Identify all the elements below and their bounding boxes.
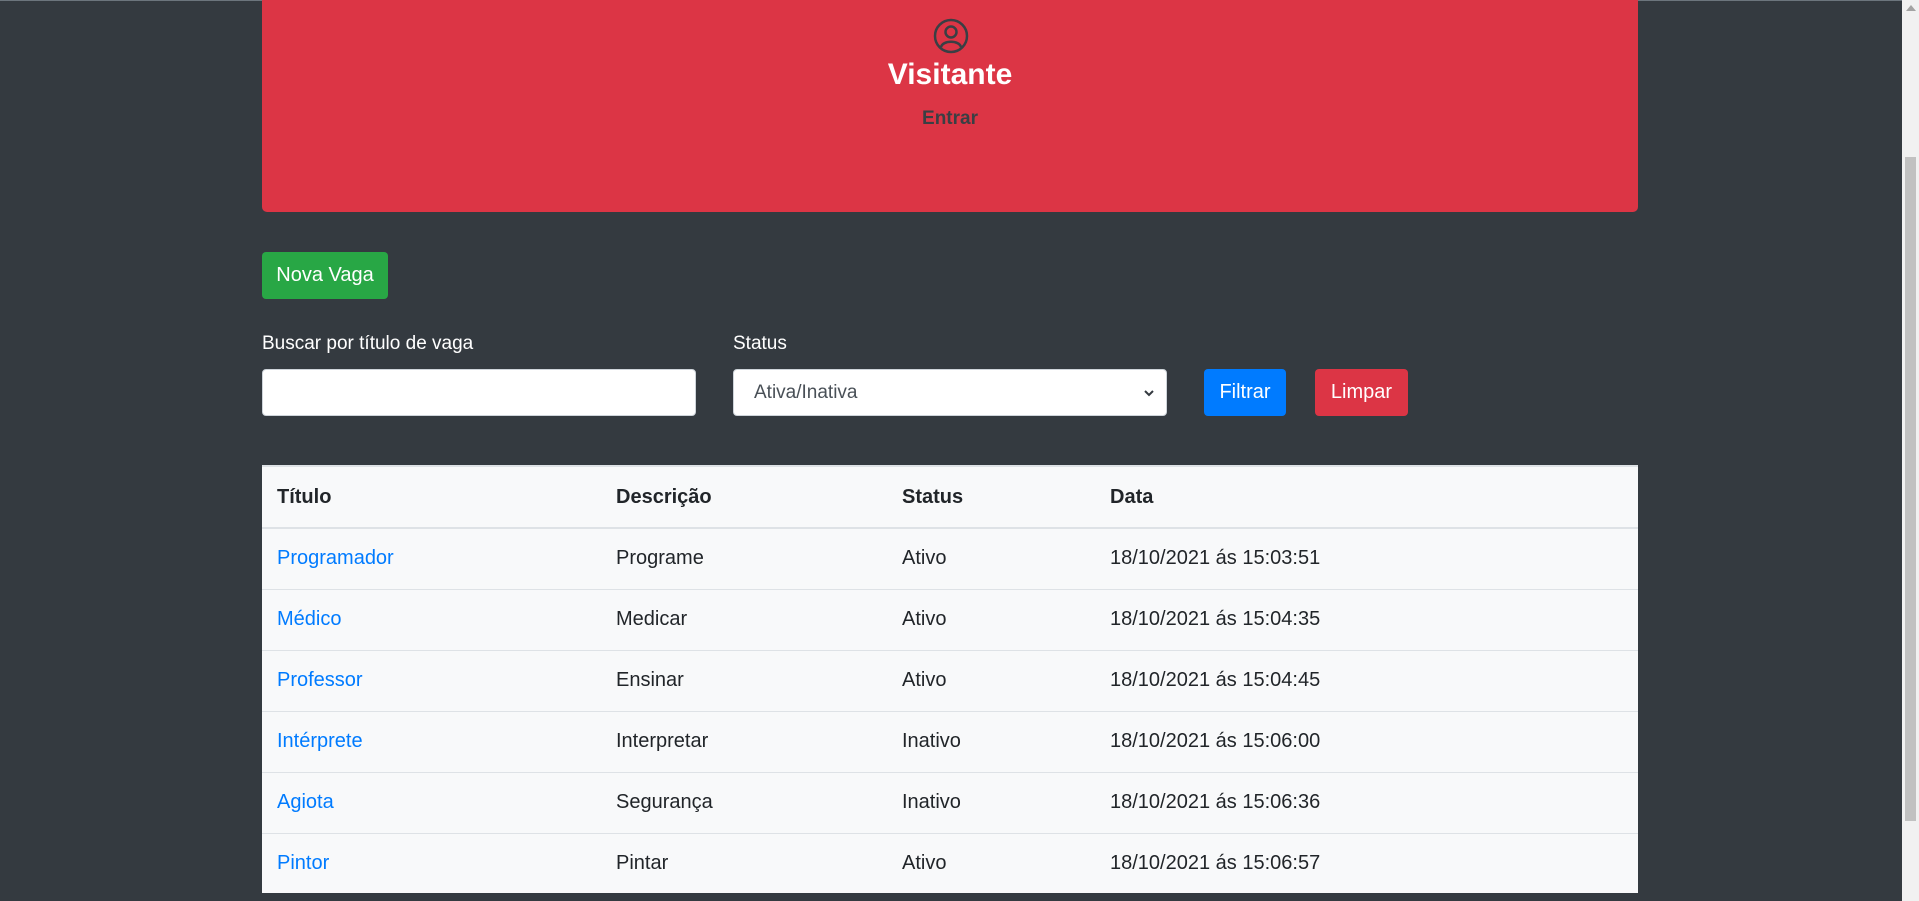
job-status: Ativo [887,588,1095,650]
page: Visitante Entrar Nova Vaga Buscar por tí… [0,0,1919,901]
filter-button[interactable]: Filtrar [1204,369,1286,416]
job-date: 18/10/2021 ás 15:06:57 [1095,832,1638,893]
table-header-row: Título Descrição Status Data [262,465,1638,529]
job-description: Interpretar [601,710,887,772]
job-description: Ensinar [601,649,887,711]
header-description: Descrição [601,465,887,529]
job-status: Ativo [902,547,947,570]
job-title-link[interactable]: Professor [277,669,363,691]
job-status: Inativo [887,710,1095,772]
job-description: Segurança [601,771,887,833]
job-date: 18/10/2021 ás 15:04:35 [1095,588,1638,650]
header-status: Status [887,465,1095,529]
job-title-link[interactable]: Médico [277,608,341,630]
job-date: 18/10/2021 ás 15:03:51 [1110,547,1321,570]
job-title-link[interactable]: Agiota [277,791,334,813]
header-date: Data [1095,465,1638,529]
job-title-link[interactable]: Programador [277,547,394,569]
search-input[interactable] [262,369,696,416]
job-status: Inativo [887,771,1095,833]
job-description: Programe [616,547,704,570]
search-label: Buscar por título de vaga [262,333,474,354]
table-row: Pintor Pintar Ativo 18/10/2021 ás 15:06:… [262,832,1638,893]
table-row: Professor Ensinar Ativo 18/10/2021 ás 15… [262,649,1638,711]
table-row: Médico Medicar Ativo 18/10/2021 ás 15:04… [262,588,1638,650]
status-selected-value: Ativa/Inativa [754,381,858,403]
job-date: 18/10/2021 ás 15:06:36 [1095,771,1638,833]
jobs-table-container: Título Descrição Status Data Programador… [262,465,1638,893]
status-label: Status [733,333,787,354]
job-status: Ativo [887,832,1095,893]
user-banner: Visitante Entrar [262,0,1638,212]
job-date: 18/10/2021 ás 15:04:45 [1095,649,1638,711]
header-title: Título [262,465,601,529]
user-name: Visitante [887,58,1013,91]
table-row: Intérprete Interpretar Inativo 18/10/202… [262,710,1638,772]
job-description: Medicar [601,588,887,650]
job-status: Ativo [887,649,1095,711]
job-title-link[interactable]: Intérprete [277,730,363,752]
page-scrollbar[interactable] [1902,0,1919,901]
job-date: 18/10/2021 ás 15:06:00 [1095,710,1638,772]
job-title-link[interactable]: Pintor [277,852,329,874]
scroll-up-icon[interactable] [1906,5,1916,11]
scrollbar-thumb[interactable] [1905,157,1916,821]
login-link[interactable]: Entrar [262,108,1638,130]
clear-button[interactable]: Limpar [1315,369,1408,416]
jobs-table: Título Descrição Status Data Programador… [262,465,1638,893]
chevron-down-icon [1144,390,1154,397]
new-job-button[interactable]: Nova Vaga [262,252,388,299]
table-row: Agiota Segurança Inativo 18/10/2021 ás 1… [262,771,1638,833]
status-select[interactable]: Ativa/Inativa [733,369,1167,416]
user-circle-icon [933,18,969,54]
table-row: Programador Programe Ativo 18/10/2021 ás… [262,528,1638,589]
job-description: Pintar [601,832,887,893]
